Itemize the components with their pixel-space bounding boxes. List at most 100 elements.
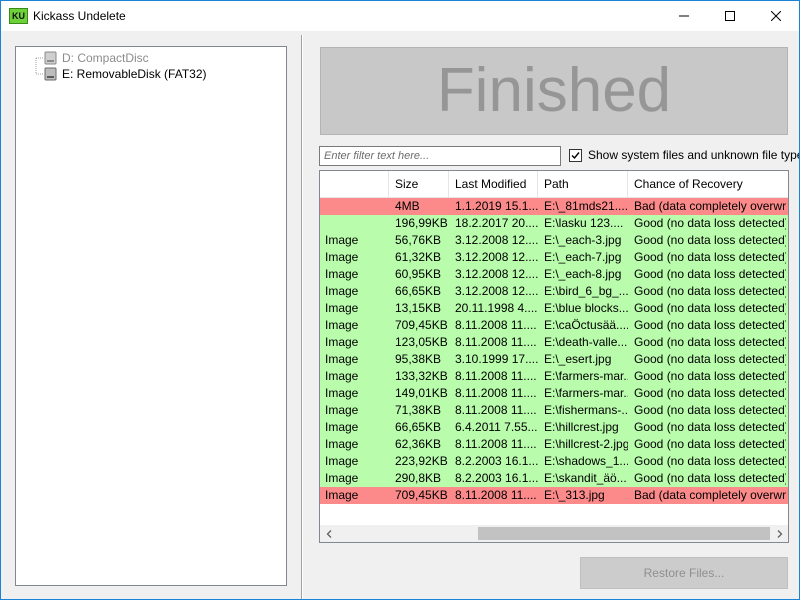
cell-last-modified: 18.2.2017 20.... xyxy=(455,216,538,230)
cell-type xyxy=(325,198,387,215)
cell-last-modified: 8.11.2008 11.... xyxy=(455,386,537,400)
cell-size: 62,36KB xyxy=(395,437,442,451)
cell-chance-of-recovery: Good (no data loss detected) xyxy=(634,437,786,451)
table-row[interactable]: Image 95,38KB 3.10.1999 17.... E:\_esert.jp… xyxy=(320,351,788,368)
tree-item-label: D: CompactDisc xyxy=(62,51,149,65)
cell-path: E:\bird_6_bg_... xyxy=(544,284,628,298)
cell-size: 196,99KB xyxy=(395,216,448,230)
column-header-path[interactable]: Path xyxy=(538,171,628,197)
table-row[interactable]: 196,99KB 18.2.2017 20.... E:\lasku 123....… xyxy=(320,215,788,232)
cell-type: Image xyxy=(325,403,359,417)
cell-chance-of-recovery: Good (no data loss detected) xyxy=(634,284,786,298)
cell-last-modified: 3.12.2008 12.... xyxy=(455,233,538,247)
status-banner: Finished xyxy=(320,47,788,135)
cell-type: Image xyxy=(325,420,359,434)
cell-type: Image xyxy=(325,284,359,298)
scroll-right-button[interactable] xyxy=(771,525,788,542)
checkmark-icon xyxy=(571,151,580,159)
table-row[interactable]: Image 290,8KB 8.2.2003 16.1... E:\skandit_ä… xyxy=(320,470,788,487)
title-bar[interactable]: KU Kickass Undelete xyxy=(1,1,799,31)
cell-size: 13,15KB xyxy=(395,301,442,315)
show-system-files-label: Show system files and unknown file types xyxy=(588,148,800,162)
table-row[interactable]: Image 60,95KB 3.12.2008 12.... E:\_each-8.j… xyxy=(320,266,788,283)
scroll-left-button[interactable] xyxy=(320,525,337,542)
cell-last-modified: 8.2.2003 16.1... xyxy=(455,454,538,468)
minimize-button[interactable] xyxy=(661,1,707,31)
cell-last-modified: 1.1.2019 15.1... xyxy=(455,199,538,213)
cell-size: 66,65KB xyxy=(395,420,442,434)
table-row[interactable]: Image 149,01KB 8.11.2008 11.... E:\farmers-… xyxy=(320,385,788,402)
cell-chance-of-recovery: Good (no data loss detected) xyxy=(634,301,786,315)
cell-path: E:\skandit_äö... xyxy=(544,471,627,485)
cell-chance-of-recovery: Good (no data loss detected) xyxy=(634,420,786,434)
scrollbar-thumb[interactable] xyxy=(478,527,770,540)
column-header-chance-of-recovery[interactable]: Chance of Recovery xyxy=(628,171,788,197)
cell-path: E:\_313.jpg xyxy=(544,488,605,502)
cell-path: E:\_each-8.jpg xyxy=(544,267,622,281)
cell-size: 123,05KB xyxy=(395,335,448,349)
table-row[interactable]: 4MB 1.1.2019 15.1... E:\_81mds21.... Bad (d… xyxy=(320,198,788,215)
cell-last-modified: 8.11.2008 11.... xyxy=(455,318,537,332)
minimize-icon xyxy=(679,15,689,17)
cell-path: E:\shadows_1... xyxy=(544,454,628,468)
cell-chance-of-recovery: Good (no data loss detected) xyxy=(634,454,786,468)
table-row[interactable]: Image 133,32KB 8.11.2008 11.... E:\farmers-… xyxy=(320,368,788,385)
panel-splitter[interactable] xyxy=(301,35,303,599)
tree-item-drive-d[interactable]: D: CompactDisc xyxy=(44,50,149,66)
cell-size: 66,65KB xyxy=(395,284,442,298)
column-header-last-modified[interactable]: Last Modified xyxy=(449,171,538,197)
horizontal-scrollbar[interactable] xyxy=(320,525,788,542)
cell-last-modified: 8.11.2008 11.... xyxy=(455,403,537,417)
cell-size: 60,95KB xyxy=(395,267,442,281)
maximize-icon xyxy=(725,11,735,21)
table-row[interactable]: Image 223,92KB 8.2.2003 16.1... E:\shadows_… xyxy=(320,453,788,470)
cell-path: E:\farmers-mar... xyxy=(544,369,628,383)
app-window: KU Kickass Undelete D: CompactDisc E: Re… xyxy=(0,0,800,600)
table-row[interactable]: Image 709,45KB 8.11.2008 11.... E:\_313.jpg… xyxy=(320,487,788,504)
table-header: Size Last Modified Path Chance of Recove… xyxy=(320,171,788,198)
table-row[interactable]: Image 66,65KB 6.4.2011 7.55... E:\hillcrest… xyxy=(320,419,788,436)
status-text: Finished xyxy=(436,56,672,125)
table-row[interactable]: Image 13,15KB 20.11.1998 4.... E:\blue bloc… xyxy=(320,300,788,317)
filter-input[interactable] xyxy=(319,146,561,166)
cell-chance-of-recovery: Good (no data loss detected) xyxy=(634,386,786,400)
table-row[interactable]: Image 123,05KB 8.11.2008 11.... E:\death-va… xyxy=(320,334,788,351)
cell-size: 56,76KB xyxy=(395,233,442,247)
table-row[interactable]: Image 61,32KB 3.12.2008 12.... E:\_each-7.j… xyxy=(320,249,788,266)
cell-type: Image xyxy=(325,488,359,502)
table-row[interactable]: Image 709,45KB 8.11.2008 11.... E:\caÖctusä… xyxy=(320,317,788,334)
cell-type: Image xyxy=(325,471,359,485)
table-row[interactable]: Image 62,36KB 8.11.2008 11.... E:\hillcrest… xyxy=(320,436,788,453)
chevron-right-icon xyxy=(777,529,782,538)
table-row[interactable]: Image 56,76KB 3.12.2008 12.... E:\_each-3.j… xyxy=(320,232,788,249)
cell-chance-of-recovery: Bad (data completely overwrit... xyxy=(634,199,786,213)
close-button[interactable] xyxy=(753,1,799,31)
cell-chance-of-recovery: Good (no data loss detected) xyxy=(634,403,786,417)
table-row[interactable]: Image 71,38KB 8.11.2008 11.... E:\fisherman… xyxy=(320,402,788,419)
cell-size: 149,01KB xyxy=(395,386,448,400)
cell-size: 4MB xyxy=(395,199,420,213)
cell-path: E:\_each-3.jpg xyxy=(544,233,622,247)
cell-size: 290,8KB xyxy=(395,471,442,485)
cell-last-modified: 8.11.2008 11.... xyxy=(455,488,537,502)
show-system-files-checkbox[interactable] xyxy=(569,148,582,162)
tree-item-label: E: RemovableDisk (FAT32) xyxy=(62,67,207,81)
app-logo-icon: KU xyxy=(9,8,28,24)
file-table[interactable]: Size Last Modified Path Chance of Recove… xyxy=(319,170,789,543)
table-row[interactable]: Image 66,65KB 3.12.2008 12.... E:\bird_6_bg… xyxy=(320,283,788,300)
drive-tree[interactable]: D: CompactDisc E: RemovableDisk (FAT32) xyxy=(15,46,287,586)
column-header-type[interactable] xyxy=(320,171,389,197)
show-system-files-option[interactable]: Show system files and unknown file types xyxy=(569,148,800,162)
cell-type: Image xyxy=(325,335,359,349)
tree-item-drive-e[interactable]: E: RemovableDisk (FAT32) xyxy=(44,66,207,82)
maximize-button[interactable] xyxy=(707,1,753,31)
cell-last-modified: 3.12.2008 12.... xyxy=(455,284,538,298)
cell-last-modified: 3.12.2008 12.... xyxy=(455,250,538,264)
cell-size: 133,32KB xyxy=(395,369,448,383)
cell-type: Image xyxy=(325,369,359,383)
cell-last-modified: 3.12.2008 12.... xyxy=(455,267,538,281)
restore-files-button[interactable]: Restore Files... xyxy=(580,557,788,589)
cell-path: E:\_81mds21.... xyxy=(544,199,628,213)
column-header-size[interactable]: Size xyxy=(389,171,449,197)
drive-icon xyxy=(44,51,57,65)
